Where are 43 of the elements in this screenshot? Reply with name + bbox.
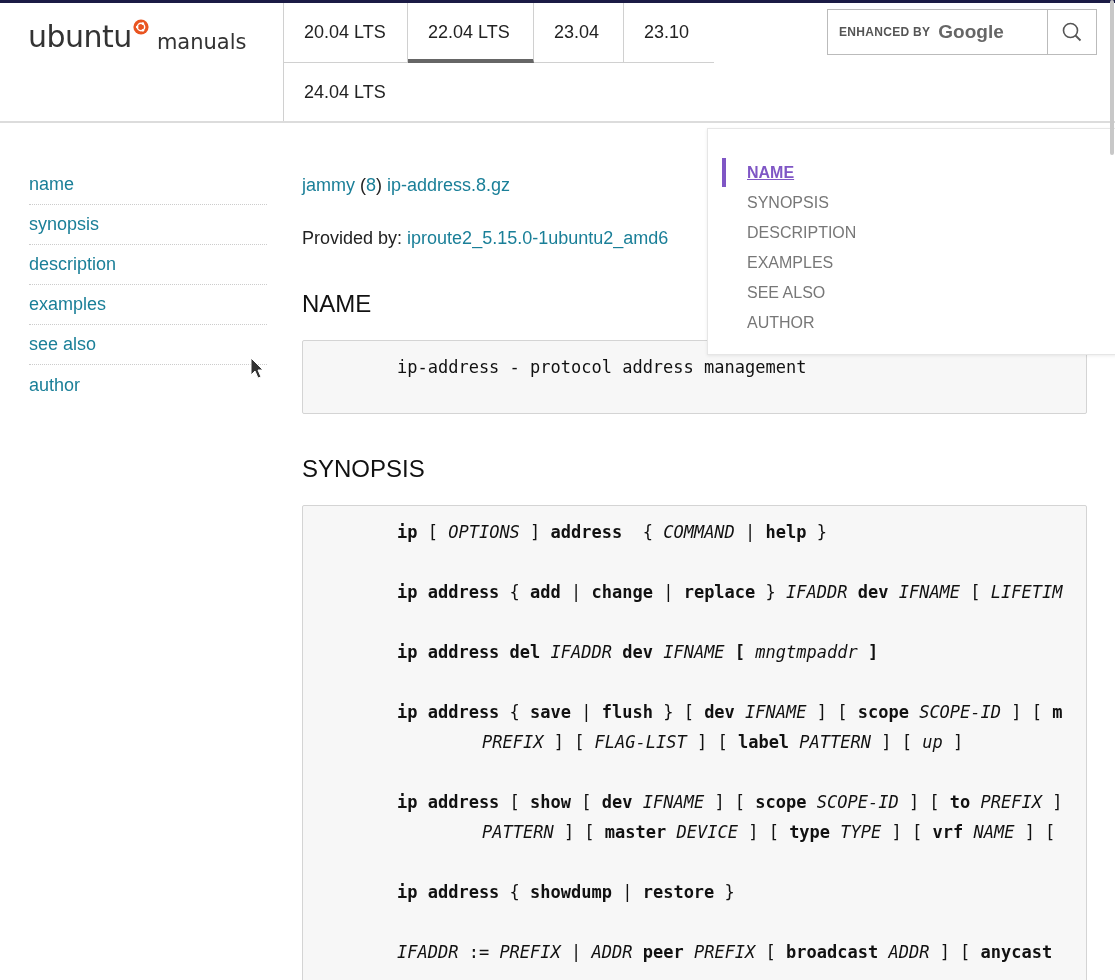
section-paren: ( (360, 175, 366, 195)
section-paren: ) (376, 175, 383, 195)
ubuntu-manuals-logo[interactable]: ubuntu manuals (28, 17, 247, 57)
code-line: ip address { save | flush } [ dev IFNAME ] [ scope SCOPE-ID ] [ m (397, 701, 1064, 724)
version-tab[interactable]: 24.04 LTS (284, 63, 408, 123)
release-link[interactable]: jammy (302, 175, 355, 195)
code-line: ip-address - protocol address management (397, 356, 808, 379)
sidebar-link[interactable]: examples (29, 294, 107, 315)
version-tab[interactable]: 22.04 LTS (408, 3, 534, 63)
code-line: ip address [ show [ dev IFNAME ] [ scope SCOPE-ID ] [ to PREFIX ] (397, 791, 1064, 814)
search-icon (1062, 22, 1082, 42)
code-line: ip [ OPTIONS ] address { COMMAND | help } (397, 521, 828, 544)
contents-link[interactable]: NAME (747, 164, 795, 182)
circle-of-friends-icon (132, 19, 149, 35)
search-button[interactable] (1048, 9, 1097, 55)
code-line: ip address { add | change | replace } IFADDR dev IFNAME [ LIFETIM (397, 581, 1064, 604)
package-link[interactable]: iproute2_5.15.0-1ubuntu2_amd6 (407, 228, 669, 248)
section-heading: NAME (302, 289, 372, 319)
sidebar-link[interactable]: author (29, 374, 81, 396)
contents-link[interactable]: DESCRIPTION (747, 224, 857, 242)
contents-link[interactable]: EXAMPLES (747, 254, 834, 272)
code-line: ip address { showdump | restore } (397, 881, 736, 904)
section-heading: SYNOPSIS (302, 454, 425, 484)
sidebar-link[interactable]: see also (29, 334, 97, 355)
search-field[interactable]: ENHANCED BY Google (827, 9, 1048, 55)
contents-link[interactable]: AUTHOR (747, 314, 815, 332)
version-tab[interactable]: 20.04 LTS (284, 3, 408, 63)
mouse-pointer-icon (250, 357, 264, 379)
scrollbar[interactable] (1110, 0, 1114, 155)
code-line: ip address del IFADDR dev IFNAME [ mngtmpaddr ] (397, 641, 880, 664)
version-tab[interactable]: 23.04 (534, 3, 624, 63)
file-link[interactable]: ip-address.8.gz (387, 175, 511, 195)
version-tab[interactable]: 23.10 (624, 3, 714, 63)
sidebar-link[interactable]: synopsis (29, 214, 100, 235)
sidebar-link[interactable]: name (29, 174, 75, 195)
code-line: PREFIX ] [ FLAG-LIST ] [ label PATTERN ] [ up ] (481, 731, 965, 754)
code-line: PATTERN ] [ master DEVICE ] [ type TYPE ] [ vrf NAME ] [ (481, 821, 1057, 844)
section-link[interactable]: 8 (366, 175, 377, 195)
sidebar-link[interactable]: description (29, 254, 117, 275)
provided-by-label: Provided by: (302, 228, 403, 248)
contents-link[interactable]: SYNOPSIS (747, 194, 829, 212)
contents-link[interactable]: SEE ALSO (747, 284, 826, 302)
code-line: IFADDR := PREFIX | ADDR peer PREFIX [ broadcast ADDR ] [ anycast (397, 941, 1054, 964)
